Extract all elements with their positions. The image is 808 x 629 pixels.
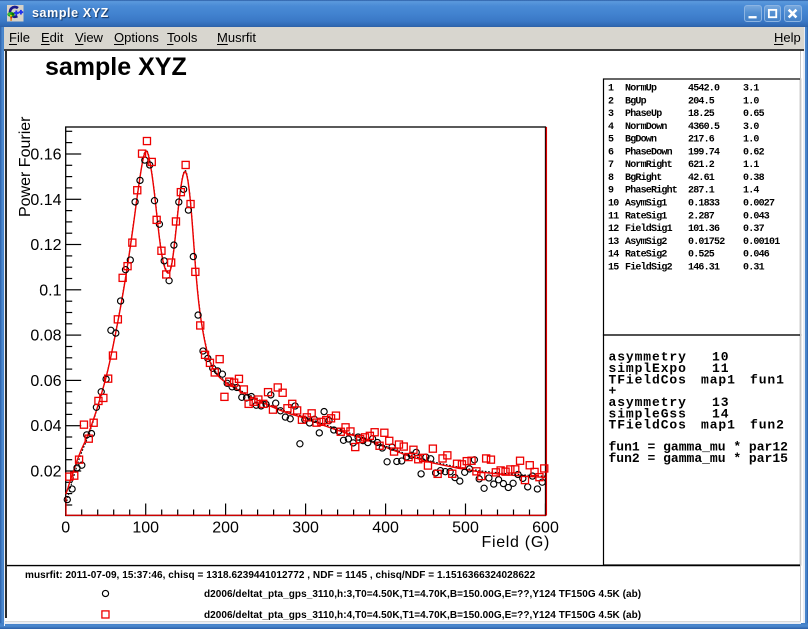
svg-text:BgDown: BgDown — [625, 135, 657, 146]
svg-text:204.5: 204.5 — [688, 96, 715, 107]
svg-text:0.37: 0.37 — [743, 224, 765, 235]
svg-text:18.25: 18.25 — [688, 109, 715, 120]
svg-text:287.1: 287.1 — [688, 186, 715, 197]
svg-text:0.16: 0.16 — [30, 147, 61, 164]
svg-text:11: 11 — [608, 211, 619, 222]
svg-text:8: 8 — [608, 173, 614, 184]
svg-text:RateSig2: RateSig2 — [625, 249, 667, 261]
svg-text:0.046: 0.046 — [743, 250, 770, 261]
svg-text:FieldSig1: FieldSig1 — [625, 223, 673, 235]
svg-text:0.1833: 0.1833 — [688, 199, 720, 210]
svg-text:AsymSig2: AsymSig2 — [625, 236, 667, 248]
svg-text:15: 15 — [608, 262, 619, 273]
svg-text:FieldSig2: FieldSig2 — [625, 261, 673, 273]
svg-text:PhaseUp: PhaseUp — [625, 108, 662, 120]
svg-text:sample XYZ: sample XYZ — [45, 53, 187, 81]
svg-text:1.0: 1.0 — [743, 135, 759, 146]
svg-text:map1: map1 — [701, 372, 736, 387]
svg-text:400: 400 — [372, 520, 399, 537]
svg-text:0.65: 0.65 — [743, 109, 765, 120]
svg-text:10: 10 — [608, 199, 619, 210]
svg-text:BgRight: BgRight — [625, 172, 662, 184]
svg-text:NormRight: NormRight — [625, 159, 673, 171]
svg-text:4: 4 — [608, 122, 614, 133]
svg-text:500: 500 — [452, 520, 479, 537]
svg-text:0.043: 0.043 — [743, 211, 770, 222]
svg-text:PhaseRight: PhaseRight — [625, 185, 678, 197]
svg-text:6: 6 — [608, 147, 614, 158]
svg-text:0.31: 0.31 — [743, 262, 765, 273]
svg-text:RateSig1: RateSig1 — [625, 210, 667, 222]
svg-text:0.1: 0.1 — [39, 282, 61, 299]
svg-text:621.2: 621.2 — [688, 160, 715, 171]
svg-text:0.04: 0.04 — [30, 418, 61, 435]
svg-text:0.14: 0.14 — [30, 192, 61, 209]
svg-text:AsymSig1: AsymSig1 — [625, 198, 667, 210]
svg-text:9: 9 — [608, 186, 614, 197]
svg-text:200: 200 — [212, 520, 239, 537]
svg-text:PhaseDown: PhaseDown — [625, 146, 673, 158]
svg-text:d2006/deltat_pta_gps_3110,h:3,: d2006/deltat_pta_gps_3110,h:3,T0=4.50K,T… — [204, 589, 641, 600]
svg-text:146.31: 146.31 — [688, 262, 720, 273]
svg-text:199.74: 199.74 — [688, 147, 720, 158]
svg-text:217.6: 217.6 — [688, 135, 715, 146]
svg-text:Power Fourier: Power Fourier — [17, 116, 34, 217]
svg-text:0.02: 0.02 — [30, 464, 61, 481]
svg-text:1.0: 1.0 — [743, 96, 759, 107]
svg-text:3.0: 3.0 — [743, 122, 759, 133]
svg-text:Field (G): Field (G) — [481, 534, 550, 551]
svg-text:3: 3 — [608, 109, 614, 120]
svg-text:1: 1 — [608, 84, 614, 95]
svg-text:BgUp: BgUp — [625, 96, 647, 107]
svg-text:0.06: 0.06 — [30, 373, 61, 390]
svg-text:NormUp: NormUp — [625, 84, 657, 95]
svg-text:0: 0 — [61, 520, 70, 537]
svg-text:5: 5 — [608, 135, 614, 146]
svg-text:TFieldCos: TFieldCos — [609, 418, 687, 433]
svg-text:d2006/deltat_pta_gps_3110,h:4,: d2006/deltat_pta_gps_3110,h:4,T0=4.50K,T… — [204, 610, 641, 621]
svg-text:3.1: 3.1 — [743, 84, 759, 95]
svg-text:fun2 = gamma_mu * par15: fun2 = gamma_mu * par15 — [609, 451, 789, 466]
svg-text:12: 12 — [608, 224, 619, 235]
svg-text:0.12: 0.12 — [30, 237, 61, 254]
svg-text:0.0027: 0.0027 — [743, 199, 775, 210]
svg-text:4542.0: 4542.0 — [688, 84, 720, 95]
svg-text:2: 2 — [608, 96, 614, 107]
svg-text:2.287: 2.287 — [688, 211, 715, 222]
svg-text:1.4: 1.4 — [743, 186, 759, 197]
svg-text:musrfit: 2011-07-09, 15:37:46,: musrfit: 2011-07-09, 15:37:46, chisq = 1… — [25, 570, 536, 581]
svg-text:0.38: 0.38 — [743, 173, 765, 184]
svg-text:0.62: 0.62 — [743, 147, 765, 158]
svg-text:0.08: 0.08 — [30, 328, 61, 345]
svg-text:101.36: 101.36 — [688, 224, 720, 235]
svg-text:fun1: fun1 — [750, 372, 785, 387]
svg-text:300: 300 — [292, 520, 319, 537]
svg-text:0.00101: 0.00101 — [743, 237, 780, 248]
svg-text:100: 100 — [132, 520, 159, 537]
svg-text:0.01752: 0.01752 — [688, 237, 725, 248]
svg-text:13: 13 — [608, 237, 619, 248]
svg-text:fun2: fun2 — [750, 418, 785, 433]
svg-text:NormDown: NormDown — [625, 122, 667, 133]
svg-text:14: 14 — [608, 250, 619, 261]
svg-text:42.61: 42.61 — [688, 173, 715, 184]
svg-text:0.525: 0.525 — [688, 250, 715, 261]
svg-text:7: 7 — [608, 160, 614, 171]
svg-text:1.1: 1.1 — [743, 160, 759, 171]
svg-text:4360.5: 4360.5 — [688, 122, 720, 133]
svg-text:map1: map1 — [701, 418, 736, 433]
svg-text:TFieldCos: TFieldCos — [609, 372, 687, 387]
